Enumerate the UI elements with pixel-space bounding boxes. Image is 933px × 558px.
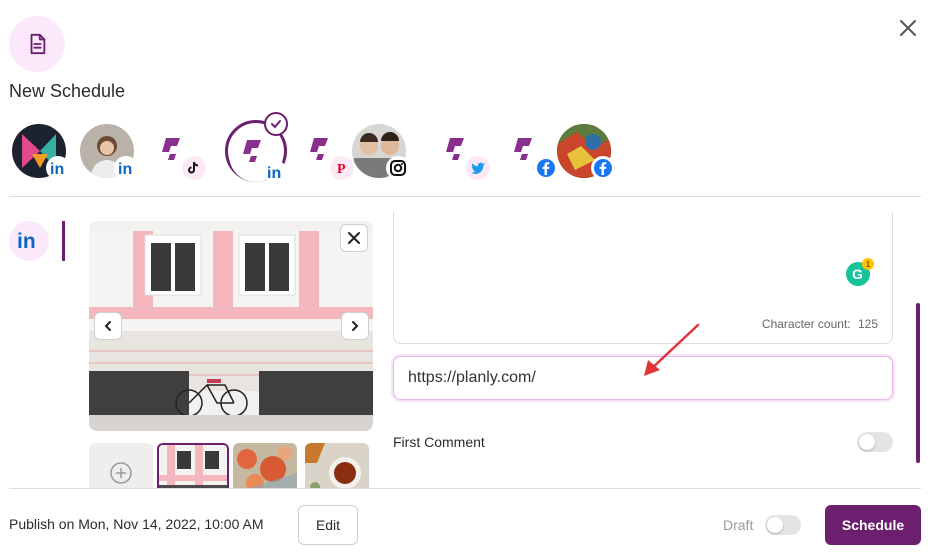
tiktok-icon [182,156,206,180]
account-avatar-1[interactable]: in [12,124,70,180]
close-icon [900,20,916,36]
svg-text:P: P [337,162,346,176]
facebook-icon [591,156,615,180]
linkedin-icon: in [17,230,36,252]
toggle-knob [767,517,783,533]
svg-text:in: in [50,161,64,178]
media-thumbnail-3[interactable] [305,443,369,488]
close-button[interactable] [897,17,919,39]
linkedin-icon: in [263,160,287,184]
chevron-right-icon [352,321,359,331]
svg-text:G: G [852,266,863,282]
media-thumbnail-2[interactable] [233,443,297,488]
linkedin-tab[interactable]: in [9,221,49,261]
character-count: Character count: 125 [762,317,878,331]
media-preview [89,221,373,431]
account-avatar-4[interactable]: in [229,128,287,184]
twitter-icon [466,156,490,180]
annotation-arrow [644,323,700,376]
account-avatar-7[interactable] [432,124,490,180]
divider [9,488,921,489]
account-avatar-8[interactable] [500,124,558,180]
active-indicator [62,221,65,261]
account-avatar-5[interactable]: P [296,124,354,180]
svg-text:in: in [267,165,281,182]
draft-label: Draft [723,517,754,533]
media-thumbnails [89,443,379,488]
media-thumbnail-1[interactable] [157,443,229,488]
account-avatar-3[interactable] [148,124,206,180]
divider [9,196,921,197]
document-icon-badge [9,16,65,72]
character-count-value: 125 [857,317,878,331]
svg-text:in: in [17,230,36,252]
page-title: New Schedule [9,81,126,101]
close-icon [348,232,360,244]
toggle-knob [859,434,875,450]
svg-text:in: in [118,161,132,178]
facebook-icon [534,156,558,180]
plus-circle-icon [110,462,132,484]
first-comment-label: First Comment [393,434,485,450]
account-selector: in in in P [12,112,632,184]
add-media-button[interactable] [89,443,153,488]
account-avatar-6[interactable] [352,124,410,180]
character-count-label: Character count: [761,317,851,331]
previous-media-button[interactable] [94,312,122,340]
draft-toggle[interactable] [765,515,801,535]
edit-date-button[interactable]: Edit [298,505,358,545]
next-media-button[interactable] [341,312,369,340]
first-comment-toggle[interactable] [857,432,893,452]
chevron-left-icon [104,321,111,331]
instagram-icon [386,156,410,180]
document-icon [30,33,46,55]
grammarly-badge: 1 [862,258,874,270]
linkedin-icon: in [114,156,138,180]
checkmark-icon [264,112,288,136]
scrollbar[interactable] [916,303,920,463]
schedule-button[interactable]: Schedule [825,505,921,545]
pinterest-icon: P [330,156,354,180]
account-avatar-2[interactable]: in [80,124,138,180]
account-avatar-9[interactable] [557,124,615,180]
publish-date: Publish on Mon, Nov 14, 2022, 10:00 AM [9,516,264,532]
linkedin-icon: in [46,156,70,180]
remove-media-button[interactable] [340,224,368,252]
